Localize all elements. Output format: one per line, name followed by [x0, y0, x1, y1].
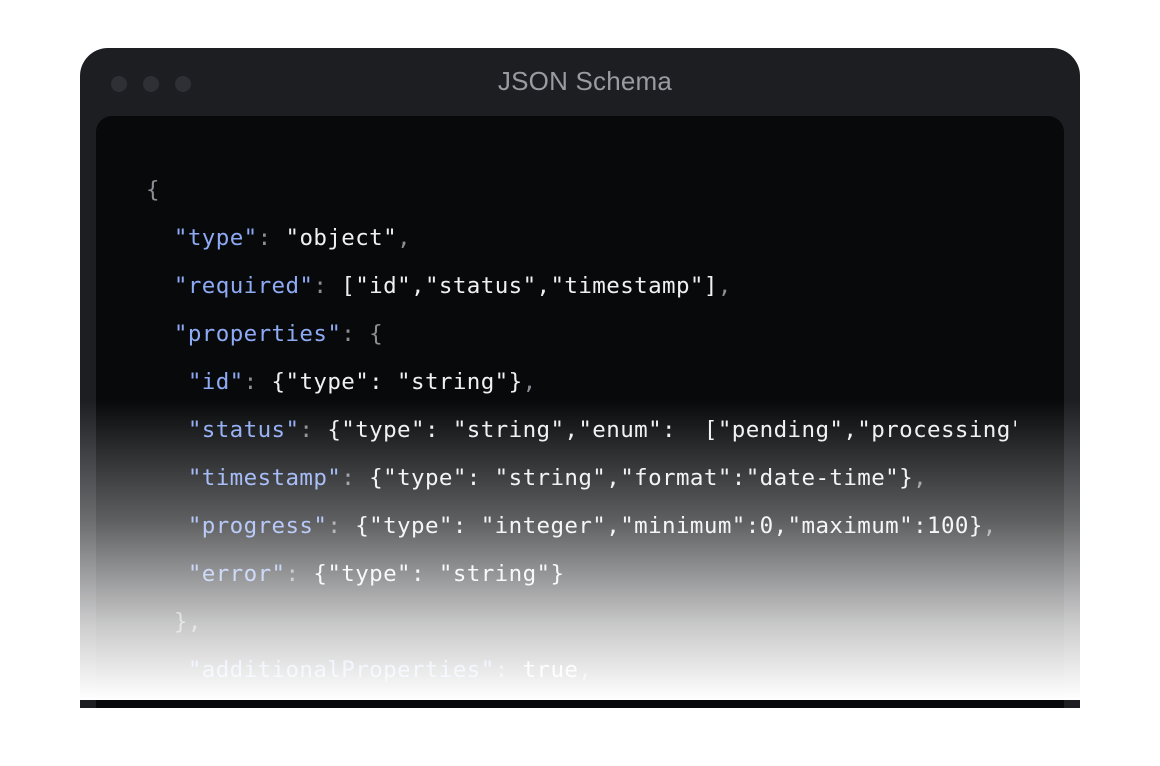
json-punctuation: : [341, 465, 370, 491]
code-line: { [146, 166, 1016, 214]
code-line: "error": {"type": "string"} [146, 550, 1016, 598]
json-value: {"type": "string"} [313, 561, 565, 587]
code-block: { "type": "object", "required": ["id","s… [146, 166, 1016, 694]
json-value: {"type": "string","enum": ["pending","pr… [327, 417, 1016, 443]
json-punctuation: : [327, 513, 356, 539]
json-punctuation: : [299, 417, 328, 443]
json-punctuation: { [146, 177, 160, 203]
code-line: "progress": {"type": "integer","minimum"… [146, 502, 1016, 550]
json-value: ["id","status","timestamp"] [341, 273, 718, 299]
bottom-fade [0, 708, 1160, 766]
json-key: "error" [187, 561, 286, 587]
json-punctuation: : [494, 657, 523, 683]
code-line: "properties": { [146, 310, 1016, 358]
json-punctuation: , [913, 465, 928, 491]
json-key: "status" [187, 417, 300, 443]
json-key: "type" [173, 225, 258, 251]
json-value: {"type": "string","format":"date-time"} [369, 465, 914, 491]
json-punctuation: : [313, 273, 342, 299]
code-window: JSON Schema { "type": "object", "require… [80, 48, 1080, 728]
code-line: "status": {"type": "string","enum": ["pe… [146, 406, 1016, 454]
json-punctuation: , [982, 513, 997, 539]
json-punctuation: : { [341, 321, 384, 347]
json-punctuation: : [243, 369, 272, 395]
json-value: true [522, 657, 579, 683]
json-punctuation: , [578, 657, 593, 683]
json-punctuation: }, [173, 609, 202, 635]
json-punctuation: : [285, 561, 314, 587]
json-value: "object" [285, 225, 398, 251]
json-key: "timestamp" [187, 465, 342, 491]
json-key: "additionalProperties" [187, 657, 495, 683]
json-key: "progress" [187, 513, 328, 539]
json-punctuation: , [717, 273, 732, 299]
json-key: "id" [187, 369, 244, 395]
json-punctuation: , [522, 369, 537, 395]
code-line: }, [146, 598, 1016, 646]
code-editor[interactable]: { "type": "object", "required": ["id","s… [96, 116, 1064, 728]
json-value: {"type": "string"} [271, 369, 523, 395]
json-key: "required" [173, 273, 314, 299]
window-title: JSON Schema [497, 66, 673, 96]
window-titlebar: JSON Schema [80, 48, 1080, 116]
json-key: "properties" [173, 321, 342, 347]
code-line: "additionalProperties": true, [146, 646, 1016, 694]
code-line: "required": ["id","status","timestamp"], [146, 262, 1016, 310]
json-punctuation: , [397, 225, 412, 251]
code-line: "type": "object", [146, 214, 1016, 262]
json-punctuation: : [257, 225, 286, 251]
json-value: {"type": "integer","minimum":0,"maximum"… [355, 513, 983, 539]
code-line: "id": {"type": "string"}, [146, 358, 1016, 406]
code-line: "timestamp": {"type": "string","format":… [146, 454, 1016, 502]
